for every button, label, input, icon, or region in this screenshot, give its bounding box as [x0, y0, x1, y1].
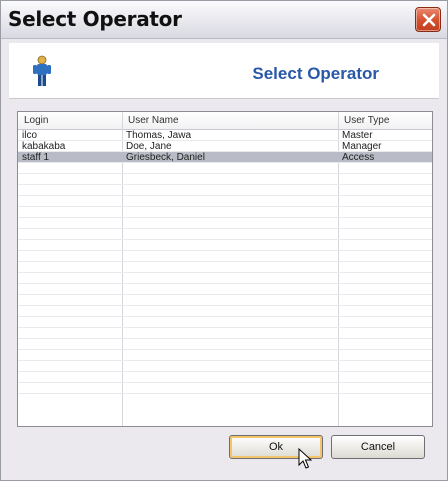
mouse-cursor-icon [298, 448, 312, 469]
dialog-window: Select Operator Select Operator Login Us… [0, 0, 448, 481]
cancel-button[interactable]: Cancel [331, 435, 425, 459]
empty-row [18, 240, 432, 251]
cell-login: kabakaba [22, 141, 66, 152]
empty-row [18, 339, 432, 350]
empty-row [18, 350, 432, 361]
person-icon [33, 55, 51, 86]
column-header-login[interactable]: Login [18, 112, 48, 130]
cell-user-type: Master [342, 130, 373, 141]
empty-row [18, 383, 432, 394]
empty-row [18, 185, 432, 196]
empty-row [18, 218, 432, 229]
window-title: Select Operator [8, 7, 182, 31]
empty-row [18, 229, 432, 240]
operator-list[interactable]: Login User Name User Type ilco Thomas, J… [17, 111, 433, 427]
list-header: Login User Name User Type [18, 112, 432, 130]
cell-user-name: Doe, Jane [126, 141, 172, 152]
empty-row [18, 284, 432, 295]
cell-user-name: Thomas, Jawa [126, 130, 192, 141]
close-icon [422, 13, 436, 27]
cell-user-type: Manager [342, 141, 382, 152]
cell-user-type: Access [342, 152, 375, 163]
empty-row [18, 306, 432, 317]
table-row-selected[interactable]: staff 1 Griesbeck, Daniel Access [18, 152, 432, 163]
close-button[interactable] [415, 7, 441, 32]
list-rows: ilco Thomas, Jawa Master kabakaba Doe, J… [18, 130, 432, 394]
table-row[interactable]: kabakaba Doe, Jane Manager [18, 141, 432, 152]
cell-login: staff 1 [22, 152, 50, 163]
empty-row [18, 372, 432, 383]
header-banner: Select Operator [9, 43, 439, 99]
empty-row [18, 251, 432, 262]
column-header-user-type[interactable]: User Type [338, 112, 389, 130]
title-bar[interactable]: Select Operator [1, 1, 447, 39]
empty-row [18, 262, 432, 273]
empty-row [18, 163, 432, 174]
empty-row [18, 295, 432, 306]
column-header-user-name[interactable]: User Name [122, 112, 179, 130]
cell-user-name: Griesbeck, Daniel [126, 152, 205, 163]
empty-row [18, 207, 432, 218]
cell-login: ilco [22, 130, 38, 141]
empty-row [18, 317, 432, 328]
empty-row [18, 273, 432, 284]
empty-row [18, 174, 432, 185]
table-row[interactable]: ilco Thomas, Jawa Master [18, 130, 432, 141]
empty-row [18, 196, 432, 207]
empty-row [18, 361, 432, 372]
header-title: Select Operator [252, 64, 379, 83]
empty-row [18, 328, 432, 339]
